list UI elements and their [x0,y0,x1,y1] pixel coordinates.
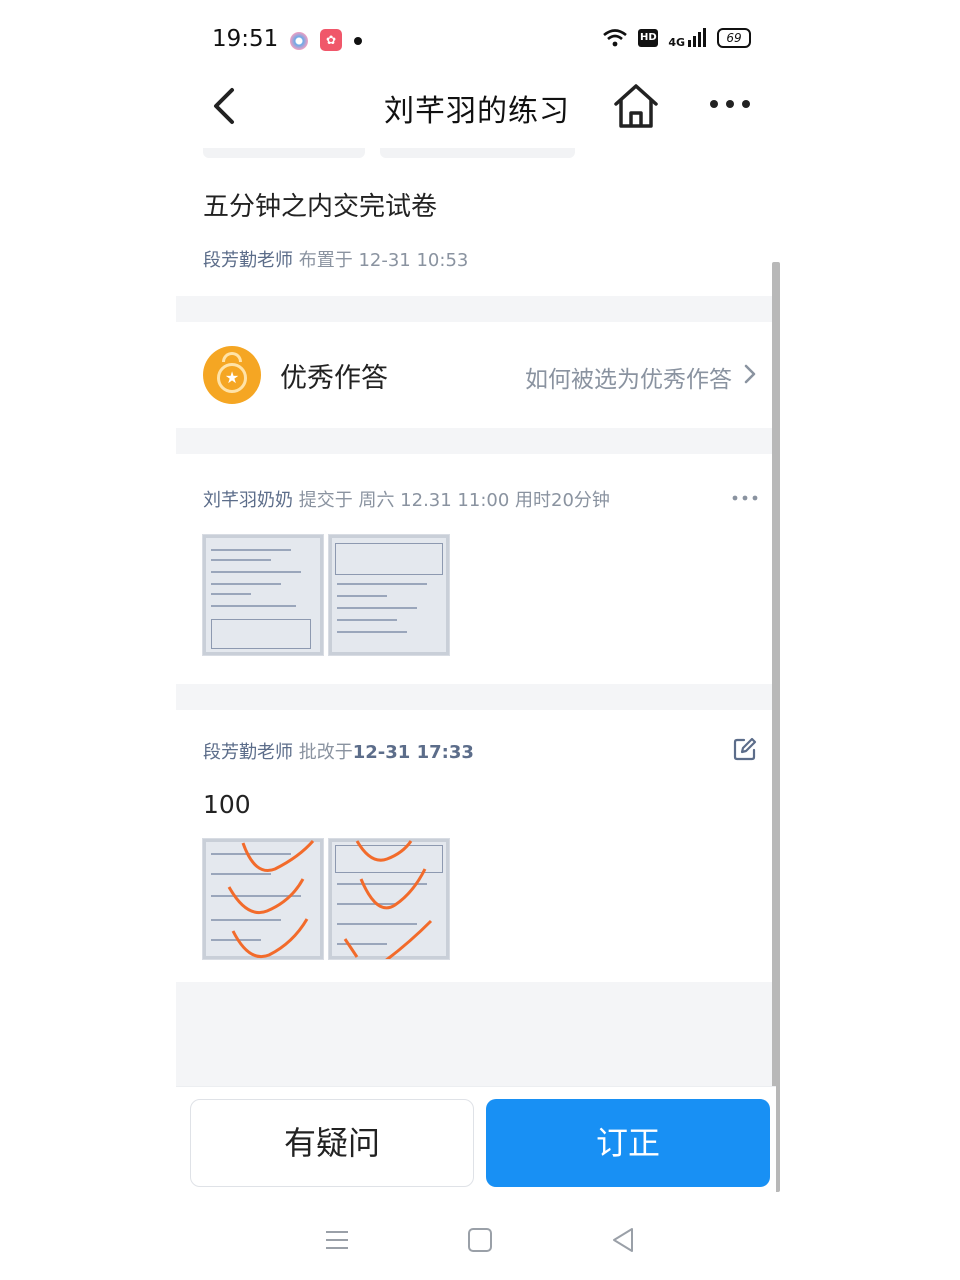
assignment-title: 五分钟之内交完试卷 [203,192,438,222]
chevron-right-icon [744,364,756,384]
graded-photo-thumbnail[interactable] [202,838,324,960]
wifi-icon [603,29,628,47]
recent-apps-icon[interactable] [324,1228,350,1252]
ask-question-button[interactable]: 有疑问 [190,1099,474,1187]
network-type-label: 4G [668,36,685,49]
checkmark-annotation-icon [227,840,315,958]
collapsed-tab-placeholder [203,148,365,158]
more-options-icon[interactable] [708,94,752,114]
excellent-answers-row[interactable]: ★ 优秀作答 如何被选为优秀作答 [176,322,776,428]
app-notification-icon [290,32,308,50]
page-background-filler [176,982,776,1086]
checkmark-annotation-icon [343,840,433,959]
grading-card: 段芳勤老师 批改于12-31 17:33 100 [176,710,776,982]
submission-photo-thumbnail[interactable] [202,534,324,656]
status-bar: 19:51 ✿ HD 4G 69 [210,22,755,62]
xiaohongshu-notification-icon: ✿ [320,29,342,51]
section-divider [176,684,776,710]
system-navigation-bar [176,1206,780,1280]
battery-icon: 69 [717,28,751,48]
submission-photo-thumbnail[interactable] [328,534,450,656]
scrollbar[interactable] [772,262,780,1192]
correct-button[interactable]: 订正 [486,1099,770,1187]
grading-meta: 段芳勤老师 批改于12-31 17:33 [203,738,474,764]
submitter-name: 刘芊羽奶奶 [203,490,293,511]
bottom-action-bar: 有疑问 订正 [176,1086,776,1206]
home-icon[interactable] [610,80,662,132]
page-title: 刘芊羽的练习 [384,94,570,129]
assigning-teacher: 段芳勤老师 [203,250,293,271]
score-value: 100 [203,790,251,819]
home-button-icon[interactable] [468,1228,492,1252]
excellent-answers-label: 优秀作答 [280,363,388,394]
edit-icon[interactable] [732,736,758,762]
graded-prefix: 批改于 [298,742,353,763]
more-options-icon[interactable] [732,494,758,502]
submission-meta: 刘芊羽奶奶 提交于 周六 12.31 11:00 用时20分钟 [203,486,610,512]
status-time: 19:51 [212,26,279,52]
submission-time: 提交于 周六 12.31 11:00 用时20分钟 [298,490,610,511]
assigned-time: 布置于 12-31 10:53 [298,250,469,271]
hd-voice-icon: HD [638,29,659,47]
assignment-meta: 段芳勤老师 布置于 12-31 10:53 [203,246,468,272]
graded-time: 12-31 17:33 [352,742,474,763]
back-arrow-icon[interactable] [206,84,246,128]
notification-dot-icon [354,37,362,45]
signal-icon: 4G [668,28,707,48]
submission-card: 刘芊羽奶奶 提交于 周六 12.31 11:00 用时20分钟 [176,454,776,684]
section-divider [176,428,776,454]
graded-photo-thumbnail[interactable] [328,838,450,960]
status-indicators: HD 4G 69 [602,28,751,48]
back-triangle-icon[interactable] [610,1226,636,1254]
section-divider [176,296,776,322]
grading-teacher: 段芳勤老师 [203,742,293,763]
collapsed-tab-placeholder [380,148,575,158]
top-nav-bar: 刘芊羽的练习 [176,70,780,142]
how-to-be-selected-link[interactable]: 如何被选为优秀作答 [525,360,732,394]
medal-icon: ★ [203,346,261,404]
signal-bars-icon [688,28,706,47]
